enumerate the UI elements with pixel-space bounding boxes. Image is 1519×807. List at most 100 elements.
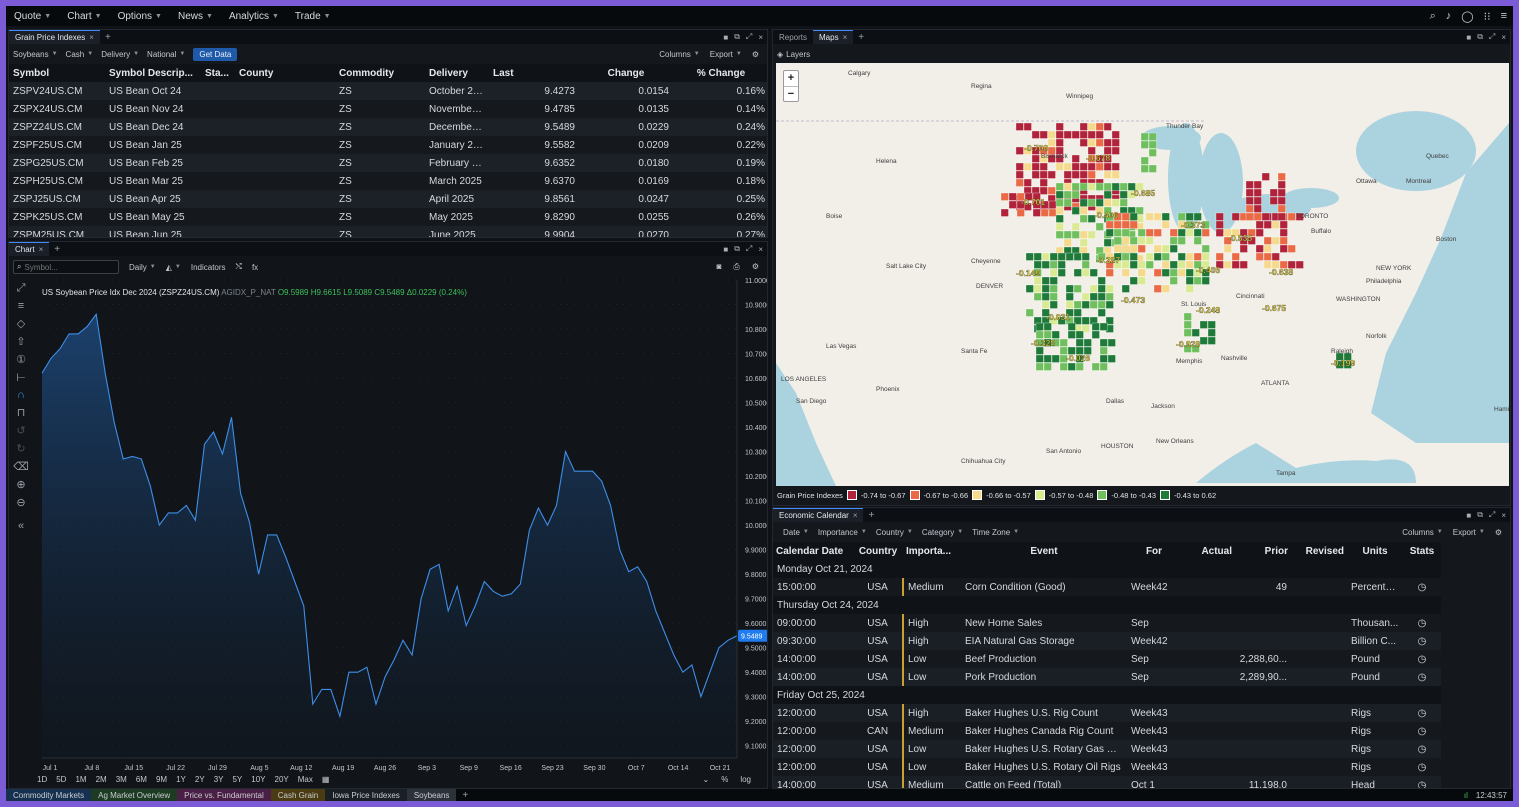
county-cell[interactable] — [1065, 252, 1074, 261]
county-cell[interactable] — [1043, 354, 1052, 363]
close-icon[interactable]: × — [1501, 33, 1506, 42]
event-row[interactable]: 14:00:00 USA Low Pork Production Sep 2,289,90… — [773, 668, 1441, 686]
county-cell[interactable] — [1137, 268, 1146, 277]
county-cell[interactable] — [1153, 228, 1162, 237]
county-cell[interactable] — [1255, 220, 1264, 229]
county-cell[interactable] — [1140, 140, 1149, 149]
county-cell[interactable] — [1041, 260, 1050, 269]
county-cell[interactable] — [1111, 162, 1120, 171]
county-cell[interactable] — [1148, 164, 1157, 173]
county-cell[interactable] — [1231, 252, 1240, 261]
county-cell[interactable] — [1287, 244, 1296, 253]
county-cell[interactable] — [1079, 230, 1088, 239]
county-cell[interactable] — [1161, 260, 1170, 269]
county-cell[interactable] — [1055, 122, 1064, 131]
county-cell[interactable] — [1145, 236, 1154, 245]
county-cell[interactable] — [1033, 252, 1042, 261]
county-cell[interactable] — [1000, 192, 1009, 201]
county-cell[interactable] — [1075, 362, 1084, 371]
add-tab-icon[interactable]: + — [853, 32, 869, 43]
county-cell[interactable] — [1111, 138, 1120, 147]
square-icon[interactable]: ■ — [1466, 33, 1471, 42]
county-cell[interactable] — [1153, 252, 1162, 261]
price-chart[interactable]: 11.0000 10.9000 10.8000 10.7000 10.6000 10.50… — [9, 276, 768, 776]
county-cell[interactable] — [1153, 268, 1162, 277]
stats-clock-icon[interactable]: ◷ — [1403, 776, 1441, 788]
county-cell[interactable] — [1095, 198, 1104, 207]
county-cell[interactable] — [1039, 130, 1048, 139]
county-cell[interactable] — [1103, 182, 1112, 191]
county-cell[interactable] — [1015, 146, 1024, 155]
county-cell[interactable] — [1295, 260, 1304, 269]
county-cell[interactable] — [1121, 244, 1130, 253]
stats-clock-icon[interactable]: ◷ — [1403, 758, 1441, 776]
county-cell[interactable] — [1121, 228, 1130, 237]
county-cell[interactable] — [1047, 170, 1056, 179]
county-cell[interactable] — [1129, 244, 1138, 253]
county-cell[interactable] — [1025, 284, 1034, 293]
county-cell[interactable] — [1063, 230, 1072, 239]
county-cell[interactable] — [1055, 198, 1064, 207]
county-cell[interactable] — [1091, 362, 1100, 371]
county-cell[interactable] — [1113, 228, 1122, 237]
county-cell[interactable] — [1091, 330, 1100, 339]
county-cell[interactable] — [1223, 260, 1232, 269]
county-cell[interactable] — [1119, 190, 1128, 199]
county-cell[interactable] — [1055, 214, 1064, 223]
county-cell[interactable] — [1063, 162, 1072, 171]
county-cell[interactable] — [1063, 130, 1072, 139]
county-cell[interactable] — [1129, 260, 1138, 269]
county-cell[interactable] — [1079, 198, 1088, 207]
county-cell[interactable] — [1071, 170, 1080, 179]
county-cell[interactable] — [1261, 212, 1270, 221]
county-cell[interactable] — [1287, 212, 1296, 221]
county-cell[interactable] — [1079, 214, 1088, 223]
popout-icon[interactable]: ⧉ — [1477, 32, 1483, 42]
county-cell[interactable] — [1153, 212, 1162, 221]
column-header[interactable]: Stats — [1403, 542, 1441, 560]
table-row[interactable]: ZSPF25US.CM US Bean Jan 25 ZS January 20...… — [9, 136, 767, 154]
search-icon[interactable]: ⌕ — [1430, 10, 1436, 23]
settings-gear-icon[interactable]: ⚙ — [752, 50, 759, 59]
county-cell[interactable] — [1107, 338, 1116, 347]
county-cell[interactable] — [1015, 178, 1024, 187]
maximize-icon[interactable]: ⤢ — [746, 244, 752, 254]
county-cell[interactable] — [1231, 212, 1240, 221]
table-row[interactable]: ZSPG25US.CM US Bean Feb 25 ZS February 2...… — [9, 154, 767, 172]
county-cell[interactable] — [1065, 300, 1074, 309]
county-cell[interactable] — [1047, 130, 1056, 139]
add-workspace-icon[interactable]: + — [456, 790, 474, 801]
column-header[interactable]: Prior — [1235, 542, 1291, 560]
county-cell[interactable] — [1207, 336, 1216, 345]
county-cell[interactable] — [1033, 284, 1042, 293]
county-cell[interactable] — [1049, 260, 1058, 269]
county-cell[interactable] — [1031, 170, 1040, 179]
county-cell[interactable] — [1103, 238, 1112, 247]
county-cell[interactable] — [1041, 284, 1050, 293]
county-cell[interactable] — [1183, 320, 1192, 329]
county-cell[interactable] — [1071, 230, 1080, 239]
county-cell[interactable] — [1169, 276, 1178, 285]
workspace-tab[interactable]: Price vs. Fundamental — [177, 789, 271, 801]
column-header[interactable]: Last — [489, 64, 579, 82]
apps-grid-icon[interactable]: ⁝⁝ — [1484, 10, 1491, 23]
add-tab-icon[interactable]: + — [100, 32, 116, 43]
county-cell[interactable] — [1063, 198, 1072, 207]
county-cell[interactable] — [1099, 354, 1108, 363]
county-cell[interactable] — [1049, 292, 1058, 301]
county-cell[interactable] — [1185, 260, 1194, 269]
county-cell[interactable] — [1099, 346, 1108, 355]
county-cell[interactable] — [1049, 252, 1058, 261]
county-cell[interactable] — [1129, 276, 1138, 285]
county-cell[interactable] — [1055, 230, 1064, 239]
export-dropdown[interactable]: Export ▼ — [710, 50, 742, 59]
county-cell[interactable] — [1079, 170, 1088, 179]
chat-icon[interactable]: ◯ — [1461, 10, 1473, 23]
county-cell[interactable] — [1129, 220, 1138, 229]
county-cell[interactable] — [1199, 320, 1208, 329]
county-cell[interactable] — [1271, 220, 1280, 229]
county-cell[interactable] — [1185, 228, 1194, 237]
county-cell[interactable] — [1095, 182, 1104, 191]
county-cell[interactable] — [1083, 338, 1092, 347]
county-cell[interactable] — [1081, 252, 1090, 261]
